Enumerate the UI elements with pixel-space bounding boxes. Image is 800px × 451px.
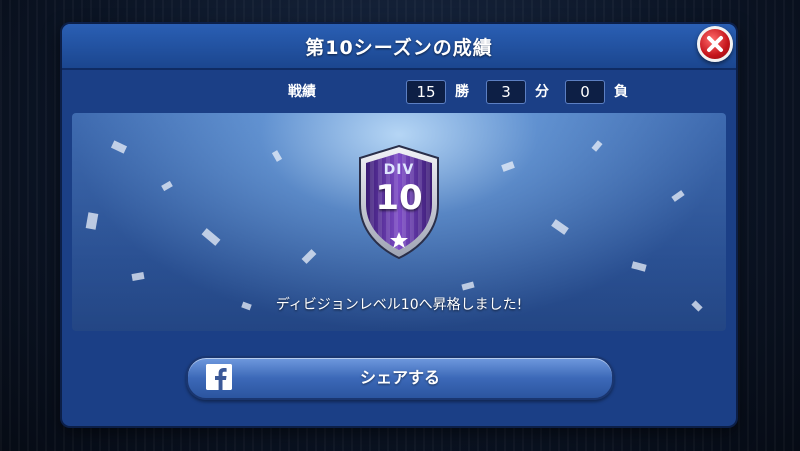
confetti-piece — [671, 190, 685, 202]
badge-level-number: 10 — [375, 178, 423, 218]
season-result-dialog: 第10シーズンの成績 戦績 15 勝 3 分 0 負 DIV 10 ディビジョン… — [62, 24, 736, 426]
dialog-title: 第10シーズンの成績 — [305, 36, 493, 59]
confetti-piece — [201, 228, 221, 246]
confetti-piece — [110, 140, 128, 154]
share-button[interactable]: シェアする — [186, 356, 614, 400]
dialog-title-bar: 第10シーズンの成績 — [62, 24, 736, 70]
draws-unit: 分 — [535, 84, 549, 100]
promotion-message: ディビジョンレベル10へ昇格しました! — [275, 297, 523, 313]
confetti-piece — [301, 249, 317, 264]
confetti-piece — [161, 180, 173, 192]
losses-unit: 負 — [614, 84, 628, 100]
confetti-piece — [501, 161, 515, 172]
record-label: 戦績 — [288, 84, 316, 100]
promotion-banner: DIV 10 ディビジョンレベル10へ昇格しました! — [72, 113, 726, 331]
share-button-label: シェアする — [359, 368, 440, 387]
confetti-piece — [551, 219, 569, 235]
confetti-piece — [591, 140, 603, 152]
draws-count: 3 — [486, 80, 526, 104]
confetti-piece — [85, 212, 99, 230]
wins-unit: 勝 — [455, 84, 469, 100]
confetti-piece — [461, 281, 475, 291]
division-badge: DIV 10 — [354, 144, 444, 260]
confetti-piece — [131, 272, 145, 281]
wins-count: 15 — [406, 80, 446, 104]
close-button[interactable] — [697, 26, 733, 62]
confetti-piece — [631, 261, 647, 272]
record-row: 戦績 15 勝 3 分 0 負 — [62, 76, 736, 106]
confetti-piece — [271, 150, 283, 162]
badge-div-label: DIV — [383, 162, 415, 178]
losses-count: 0 — [565, 80, 605, 104]
close-icon — [707, 36, 723, 52]
